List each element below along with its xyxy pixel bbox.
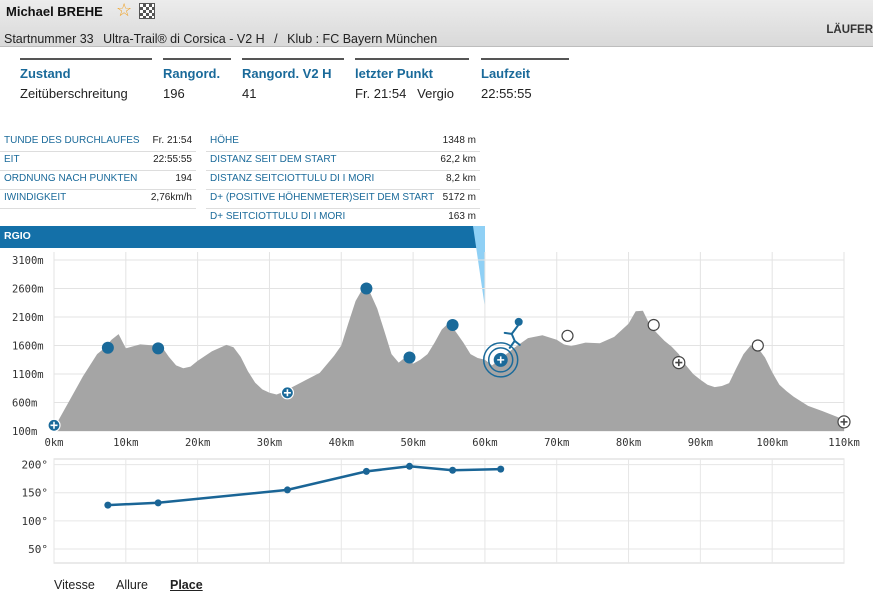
summary-race-time: Laufzeit 22:55:55 — [481, 58, 569, 101]
x-tick-label: 40km — [329, 437, 354, 449]
tab-place[interactable]: Place — [170, 578, 203, 592]
checkpoint-pending-marker[interactable] — [751, 339, 764, 352]
summary-value: 196 — [163, 86, 185, 101]
detail-value: 62,2 km — [440, 154, 476, 165]
summary-label: Rangord. — [163, 66, 221, 81]
tab-allure[interactable]: Allure — [116, 578, 148, 592]
rank-point[interactable] — [154, 499, 162, 507]
y-tick-label: 600m — [12, 398, 37, 410]
y-tick-label: 1600m — [12, 341, 44, 353]
detail-row: ORDNUNG NACH PUNKTEN 194 — [0, 171, 196, 190]
detail-label: DISTANZ SEIT DEM START — [210, 154, 337, 165]
detail-row: IWINDIGKEIT 2,76km/h — [0, 190, 196, 209]
x-tick-label: 10km — [113, 437, 138, 449]
detail-value: 163 m — [448, 211, 476, 222]
detail-label: DISTANZ SEITCIOTTULU DI I MORI — [210, 173, 375, 184]
summary-value: 41 — [242, 86, 257, 101]
detail-label: IWINDIGKEIT — [4, 192, 67, 203]
rank-y-tick-label: 50° — [28, 543, 48, 556]
detail-value: 22:55:55 — [153, 154, 192, 165]
bib-number: Startnummer 33 — [4, 32, 94, 46]
summary-label: letzter Punkt — [355, 66, 434, 81]
detail-label: EIT — [4, 154, 20, 165]
runner-info-line: Startnummer 33 Ultra-Trail® di Corsica -… — [4, 32, 443, 46]
x-tick-label: 60km — [472, 437, 497, 449]
detail-row: D+ SEITCIOTTULU DI I MORI 163 m — [206, 209, 480, 227]
checkpoint-pending-marker[interactable] — [647, 318, 660, 332]
x-tick-label: 90km — [688, 437, 713, 449]
rank-point[interactable] — [449, 466, 457, 474]
detail-row: D+ (POSITIVE HÖHENMETER)SEIT DEM START 5… — [206, 190, 480, 209]
elevation-profile-chart[interactable]: 100m 600m 1100m 1600m 2100m 2600m 3100m 0km 10k… — [0, 226, 873, 451]
x-tick-label: 20km — [185, 437, 210, 449]
checkered-flag-icon — [139, 3, 155, 19]
y-tick-label: 2100m — [12, 312, 44, 324]
x-tick-label: 50km — [400, 437, 425, 449]
detail-label: TUNDE DES DURCHLAUFES — [4, 135, 140, 146]
rank-plot-frame — [53, 458, 845, 564]
tab-vitesse[interactable]: Vitesse — [54, 578, 95, 592]
y-tick-label: 3100m — [12, 255, 44, 267]
rank-chart[interactable]: 50° 100° 150° 200° — [0, 456, 873, 568]
summary-label: Laufzeit — [481, 66, 531, 81]
runner-header: Michael BREHE ☆ Startnummer 33 Ultra-Tra… — [0, 0, 873, 47]
rank-point[interactable] — [406, 462, 413, 470]
checkpoint-pending-marker[interactable] — [561, 329, 574, 342]
callout-pointer — [473, 226, 485, 308]
summary-category-rank: Rangord. V2 H 41 — [242, 58, 344, 101]
detail-label: HÖHE — [210, 135, 239, 146]
rank-point[interactable] — [497, 465, 505, 473]
detail-row: EIT 22:55:55 — [0, 152, 196, 171]
summary-value: Fr. 21:54 Vergio — [355, 86, 455, 101]
x-tick-label: 30km — [257, 437, 282, 449]
summary-status: Zustand Zeitüberschreitung — [20, 58, 152, 101]
detail-label: D+ (POSITIVE HÖHENMETER)SEIT DEM START — [210, 192, 435, 203]
detail-row: DISTANZ SEITCIOTTULU DI I MORI 8,2 km — [206, 171, 480, 190]
detail-value: 194 — [175, 173, 192, 184]
tab-runner[interactable]: LÄUFER — [826, 24, 873, 36]
runner-head-icon — [514, 317, 523, 326]
y-tick-label: 2600m — [12, 284, 44, 296]
x-tick-label: 80km — [616, 437, 641, 449]
detail-row: HÖHE 1348 m — [206, 133, 480, 152]
x-tick-label: 100km — [756, 437, 788, 449]
detail-value: 8,2 km — [445, 173, 476, 184]
summary-label: Rangord. V2 H — [242, 66, 332, 81]
detail-value: Fr. 21:54 — [152, 135, 192, 146]
x-tick-label: 70km — [544, 437, 569, 449]
x-tick-label: 110km — [828, 437, 860, 449]
summary-value: 22:55:55 — [481, 86, 532, 101]
detail-value: 1348 m — [442, 135, 476, 146]
detail-value: 5172 m — [442, 192, 476, 203]
rank-y-tick-label: 100° — [22, 515, 49, 528]
checkpoint-passed-marker[interactable] — [360, 282, 373, 295]
checkpoint-passed-marker[interactable] — [152, 342, 165, 355]
checkpoint-passed-marker[interactable] — [101, 341, 114, 354]
rank-y-tick-label: 200° — [22, 459, 49, 472]
summary-label: Zustand — [20, 66, 71, 81]
detail-label: D+ SEITCIOTTULU DI I MORI — [210, 211, 346, 222]
y-tick-label: 100m — [12, 426, 37, 438]
detail-label: ORDNUNG NACH PUNKTEN — [4, 173, 138, 184]
race-name: Ultra-Trail® di Corsica - V2 H — [103, 32, 265, 46]
summary-rank: Rangord. 196 — [163, 58, 231, 101]
club-name: Klub : FC Bayern München — [287, 32, 438, 46]
rank-point[interactable] — [283, 486, 291, 494]
runner-name: Michael BREHE — [6, 4, 103, 19]
rank-y-tick-label: 150° — [22, 487, 49, 500]
star-outline-icon[interactable]: ☆ — [116, 1, 132, 19]
rank-point[interactable] — [104, 501, 112, 509]
summary-value: Zeitüberschreitung — [20, 86, 128, 101]
detail-value: 2,76km/h — [150, 192, 192, 203]
elevation-area — [54, 288, 844, 431]
x-tick-label: 0km — [45, 437, 64, 449]
detail-row: DISTANZ SEIT DEM START 62,2 km — [206, 152, 480, 171]
detail-row: TUNDE DES DURCHLAUFES Fr. 21:54 — [0, 133, 196, 152]
checkpoint-passed-marker[interactable] — [403, 351, 416, 364]
y-tick-label: 1100m — [12, 369, 44, 381]
info-separator: / — [274, 32, 278, 46]
summary-last-point: letzter Punkt Fr. 21:54 Vergio — [355, 58, 469, 101]
checkpoint-passed-marker[interactable] — [446, 318, 459, 331]
rank-point[interactable] — [362, 467, 370, 475]
